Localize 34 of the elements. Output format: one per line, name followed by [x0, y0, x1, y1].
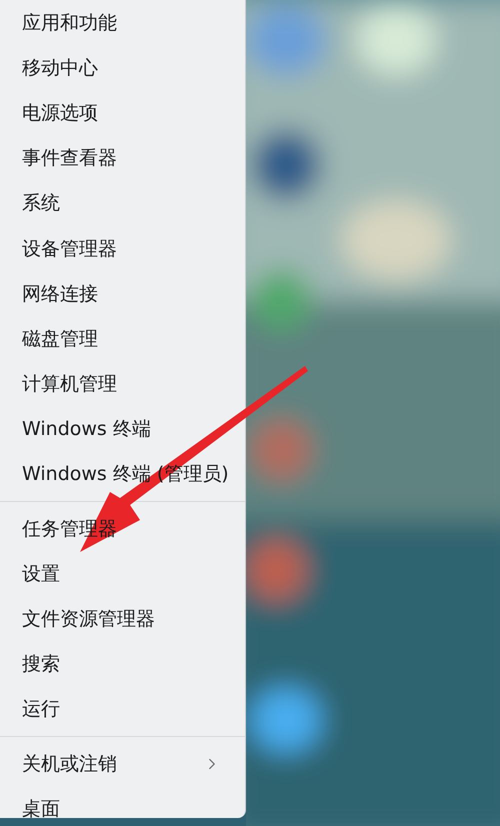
menu-item[interactable]: 设置: [0, 551, 245, 596]
menu-item-label: 文件资源管理器: [22, 607, 155, 632]
menu-item[interactable]: 桌面: [0, 786, 245, 826]
menu-item[interactable]: 应用和功能: [0, 0, 245, 46]
menu-item-label: 网络连接: [22, 282, 98, 307]
menu-item-label: 电源选项: [22, 100, 98, 126]
menu-item[interactable]: 系统: [0, 180, 245, 226]
menu-item-label: 事件查看器: [22, 146, 117, 172]
menu-item-label: 设置: [22, 562, 60, 587]
menu-item-label: 磁盘管理: [22, 326, 98, 352]
menu-item[interactable]: Windows 终端 (管理员): [0, 452, 245, 498]
menu-item-label: 设备管理器: [22, 236, 117, 262]
menu-item[interactable]: 计算机管理: [0, 362, 245, 407]
menu-item[interactable]: 关机或注销: [0, 741, 245, 786]
menu-item-label: Windows 终端 (管理员): [22, 462, 229, 488]
menu-item[interactable]: 磁盘管理: [0, 316, 245, 362]
menu-item-label: 计算机管理: [22, 372, 117, 398]
menu-item[interactable]: 网络连接: [0, 271, 245, 316]
menu-item[interactable]: 文件资源管理器: [0, 596, 245, 642]
menu-item[interactable]: 设备管理器: [0, 226, 245, 272]
menu-item[interactable]: 移动中心: [0, 45, 245, 90]
menu-item-label: 搜索: [22, 652, 60, 678]
menu-item[interactable]: 电源选项: [0, 90, 245, 136]
menu-item[interactable]: Windows 终端: [0, 406, 245, 452]
menu-item[interactable]: 事件查看器: [0, 136, 245, 181]
menu-item-label: 移动中心: [22, 56, 98, 81]
menu-item-label: 运行: [22, 697, 60, 722]
menu-item-label: 系统: [22, 191, 60, 216]
menu-item-label: 应用和功能: [22, 10, 117, 36]
menu-item[interactable]: 搜索: [0, 642, 245, 687]
menu-item-label: 关机或注销: [22, 752, 117, 777]
menu-item-label: 桌面: [22, 796, 60, 822]
menu-item-label: Windows 终端: [22, 417, 151, 442]
menu-item[interactable]: 运行: [0, 686, 245, 732]
